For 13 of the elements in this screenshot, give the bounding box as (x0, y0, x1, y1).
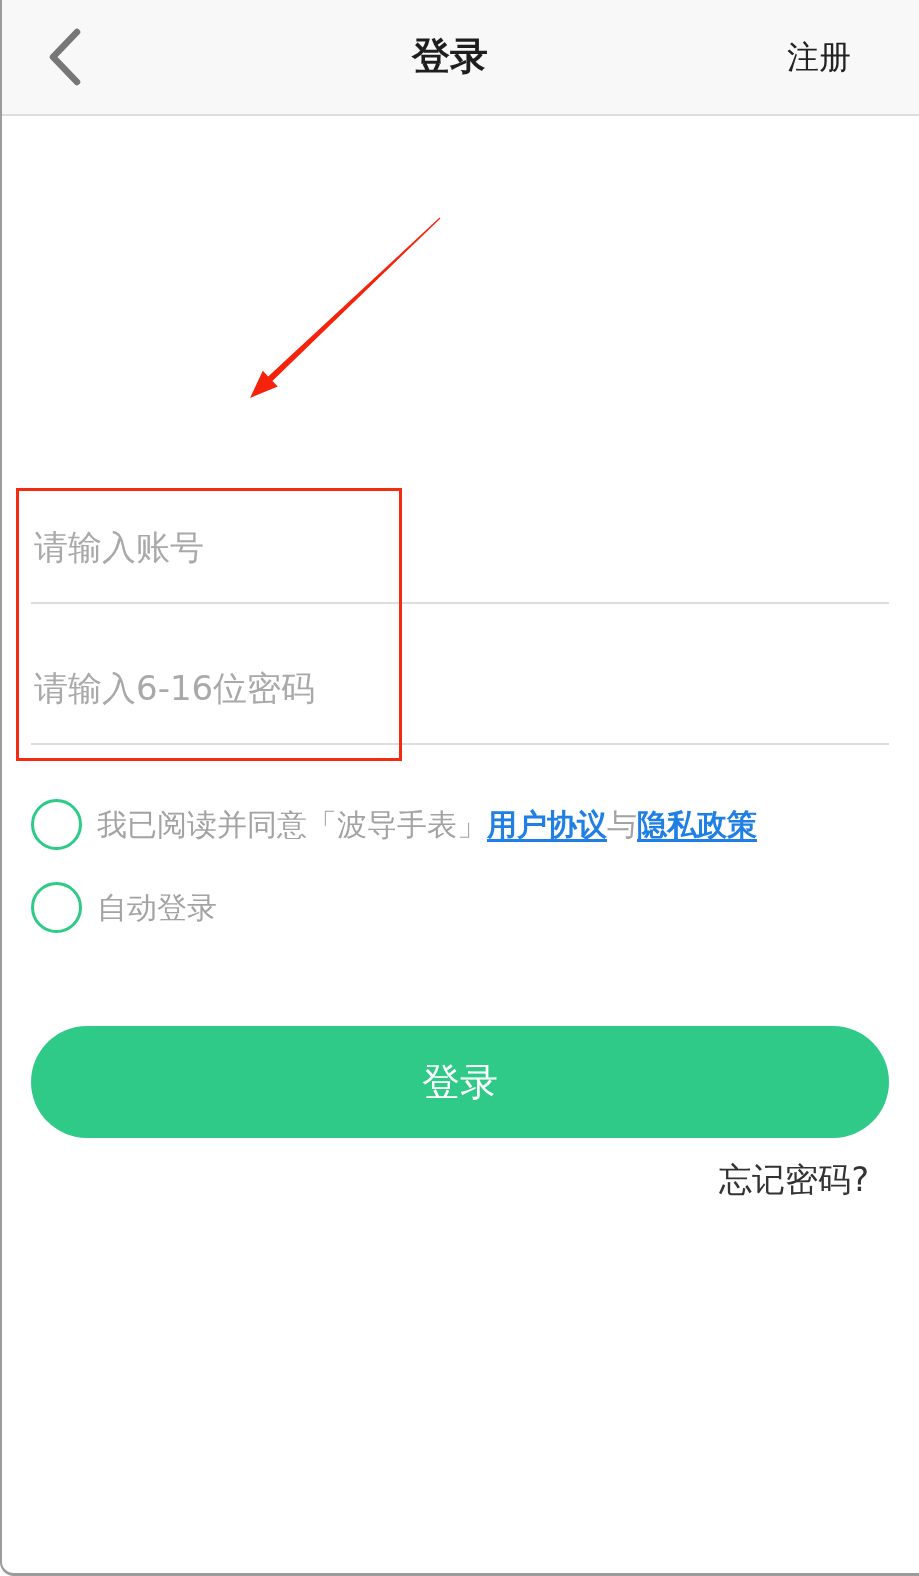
option-label: 自动登录 (97, 888, 217, 927)
login-button[interactable]: 登录 (31, 1026, 889, 1138)
input-field[interactable]: 请输入6-16位密码 (31, 633, 889, 745)
forgot-password-link[interactable]: 忘记密码? (719, 1160, 869, 1200)
text-link[interactable]: 用户协议 (487, 806, 607, 842)
checkbox[interactable] (31, 881, 82, 933)
checkbox[interactable] (31, 798, 82, 850)
agreement-text: 我已阅读并同意「波导手表」用户协议与隐私政策 (97, 805, 757, 844)
register-link[interactable]: 注册 (787, 37, 851, 77)
back-icon[interactable] (48, 28, 82, 86)
page-title: 登录 (411, 34, 488, 80)
text-link[interactable]: 隐私政策 (637, 806, 757, 842)
input-field[interactable]: 请输入账号 (31, 492, 889, 604)
